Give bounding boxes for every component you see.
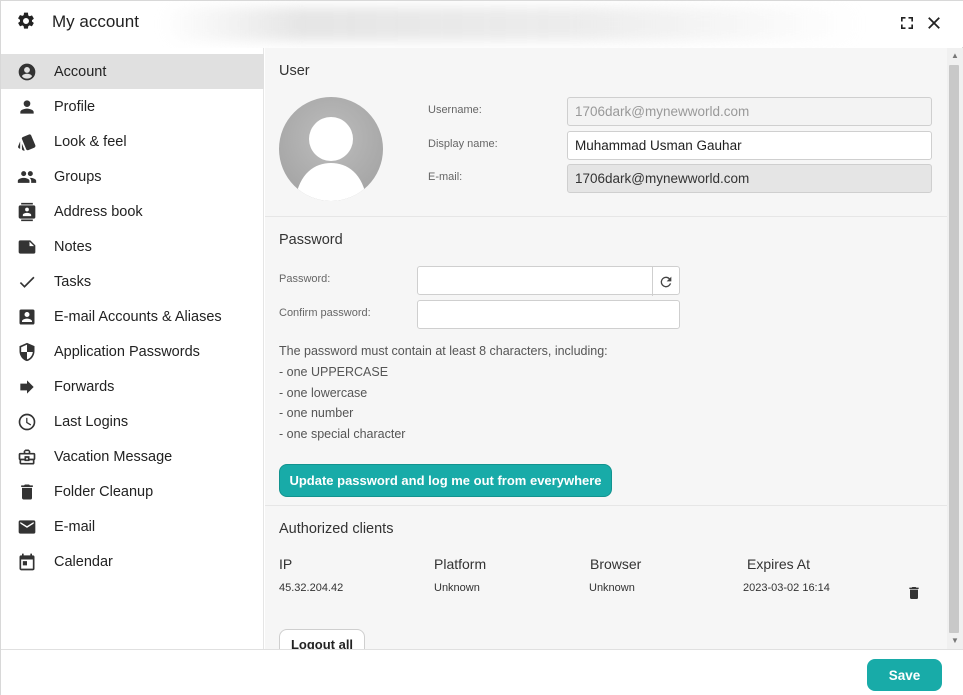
sidebar-item-label: Application Passwords bbox=[54, 343, 200, 360]
sidebar-item-address-book[interactable]: Address book bbox=[1, 194, 264, 229]
gear-icon bbox=[18, 12, 34, 29]
client-browser: Unknown bbox=[589, 582, 635, 594]
confirm-password-label: Confirm password: bbox=[279, 307, 371, 319]
sidebar-item-groups[interactable]: Groups bbox=[1, 159, 264, 194]
avatar[interactable] bbox=[279, 97, 383, 201]
account-circle-icon bbox=[18, 63, 36, 80]
sidebar-item-application-passwords[interactable]: Application Passwords bbox=[1, 334, 264, 369]
password-requirements: The password must contain at least 8 cha… bbox=[279, 341, 608, 445]
sidebar-item-label: E-mail Accounts & Aliases bbox=[54, 308, 222, 325]
scroll-thumb[interactable] bbox=[949, 65, 959, 633]
password-section-title: Password bbox=[279, 232, 343, 248]
section-divider bbox=[265, 216, 947, 217]
account-box-icon bbox=[19, 309, 35, 324]
email-field[interactable]: 1706dark@mynewworld.com bbox=[567, 164, 932, 193]
account-dialog: My account Account Profile Look & feel G… bbox=[0, 0, 963, 695]
sidebar-item-label: Vacation Message bbox=[54, 448, 173, 465]
display-name-field[interactable]: Muhammad Usman Gauhar bbox=[567, 131, 932, 160]
username-field: 1706dark@mynewworld.com bbox=[567, 97, 932, 126]
close-icon[interactable] bbox=[925, 14, 943, 32]
person-silhouette-icon bbox=[295, 117, 367, 201]
sidebar-item-label: Calendar bbox=[54, 553, 113, 570]
sidebar-item-notes[interactable]: Notes bbox=[1, 229, 264, 264]
contacts-icon bbox=[18, 202, 36, 221]
column-header-expires: Expires At bbox=[747, 556, 811, 572]
update-password-button[interactable]: Update password and log me out from ever… bbox=[279, 464, 612, 497]
clients-section-title: Authorized clients bbox=[279, 521, 394, 537]
column-header-platform: Platform bbox=[434, 556, 487, 572]
scroll-up-icon[interactable]: ▲ bbox=[950, 51, 960, 61]
hint-line: The password must contain at least 8 cha… bbox=[279, 344, 608, 358]
sidebar-item-profile[interactable]: Profile bbox=[1, 89, 264, 124]
delete-client-icon[interactable] bbox=[906, 585, 922, 601]
scroll-down-icon[interactable]: ▼ bbox=[950, 636, 960, 646]
shield-icon bbox=[19, 342, 35, 361]
hint-line: - one number bbox=[279, 406, 354, 421]
clock-icon bbox=[18, 413, 36, 430]
display-name-label: Display name: bbox=[428, 138, 498, 150]
settings-sidebar: Account Profile Look & feel Groups Addre… bbox=[1, 48, 264, 649]
refresh-icon bbox=[660, 276, 672, 287]
note-icon bbox=[18, 239, 36, 254]
sidebar-item-account[interactable]: Account bbox=[1, 54, 264, 89]
password-label: Password: bbox=[279, 273, 331, 285]
hint-line: - one special character bbox=[279, 427, 406, 442]
sidebar-item-label: Profile bbox=[54, 98, 96, 115]
maximize-icon[interactable] bbox=[898, 14, 916, 32]
dialog-footer: Save bbox=[1, 649, 963, 695]
sidebar-item-email[interactable]: E-mail bbox=[1, 509, 264, 544]
main-scrollbar[interactable]: ▲ ▼ bbox=[947, 48, 963, 649]
sidebar-item-label: Notes bbox=[54, 238, 92, 255]
briefcase-icon bbox=[18, 449, 36, 464]
sidebar-item-label: Account bbox=[54, 63, 107, 80]
dialog-header: My account bbox=[1, 1, 963, 47]
sidebar-item-label: Folder Cleanup bbox=[54, 483, 154, 500]
client-ip: 45.32.204.42 bbox=[279, 582, 344, 594]
confirm-password-input[interactable] bbox=[417, 300, 680, 329]
group-icon bbox=[17, 170, 37, 183]
arrow-forward-icon bbox=[20, 379, 34, 394]
dialog-title: My account bbox=[52, 12, 139, 31]
sidebar-item-label: Groups bbox=[54, 168, 102, 185]
calendar-icon bbox=[19, 553, 35, 570]
style-icon bbox=[18, 133, 36, 151]
column-header-ip: IP bbox=[279, 556, 293, 572]
account-panel: User Username: 1706dark@mynewworld.com D… bbox=[265, 48, 947, 649]
generate-password-button[interactable] bbox=[652, 267, 679, 296]
logout-all-button[interactable]: Logout all bbox=[279, 629, 365, 649]
sidebar-item-folder-cleanup[interactable]: Folder Cleanup bbox=[1, 474, 264, 509]
sidebar-item-label: Forwards bbox=[54, 378, 115, 395]
sidebar-item-email-accounts[interactable]: E-mail Accounts & Aliases bbox=[1, 299, 264, 334]
hint-line: - one UPPERCASE bbox=[279, 364, 389, 379]
sidebar-item-look-and-feel[interactable]: Look & feel bbox=[1, 124, 264, 159]
sidebar-item-forwards[interactable]: Forwards bbox=[1, 369, 264, 404]
hint-line: - one lowercase bbox=[279, 385, 368, 400]
column-header-browser: Browser bbox=[590, 556, 642, 572]
sidebar-item-last-logins[interactable]: Last Logins bbox=[1, 404, 264, 439]
sidebar-item-calendar[interactable]: Calendar bbox=[1, 544, 264, 579]
section-divider bbox=[265, 505, 947, 506]
person-icon bbox=[20, 99, 34, 114]
blurred-region bbox=[161, 7, 861, 41]
sidebar-item-tasks[interactable]: Tasks bbox=[1, 264, 264, 299]
password-input[interactable] bbox=[417, 266, 680, 296]
client-expires: 2023-03-02 16:14 bbox=[743, 582, 830, 594]
sidebar-item-label: Look & feel bbox=[54, 133, 127, 150]
sidebar-item-vacation-message[interactable]: Vacation Message bbox=[1, 439, 264, 474]
sidebar-item-label: Address book bbox=[54, 203, 143, 220]
trash-icon bbox=[21, 484, 33, 499]
user-section-title: User bbox=[279, 63, 310, 79]
check-icon bbox=[19, 276, 35, 288]
sidebar-item-label: E-mail bbox=[54, 518, 96, 535]
username-label: Username: bbox=[428, 104, 482, 116]
email-label: E-mail: bbox=[428, 171, 463, 183]
client-platform: Unknown bbox=[434, 582, 480, 594]
sidebar-item-label: Last Logins bbox=[54, 413, 129, 430]
mail-icon bbox=[18, 519, 36, 534]
save-button[interactable]: Save bbox=[867, 659, 942, 691]
sidebar-item-label: Tasks bbox=[54, 273, 92, 290]
